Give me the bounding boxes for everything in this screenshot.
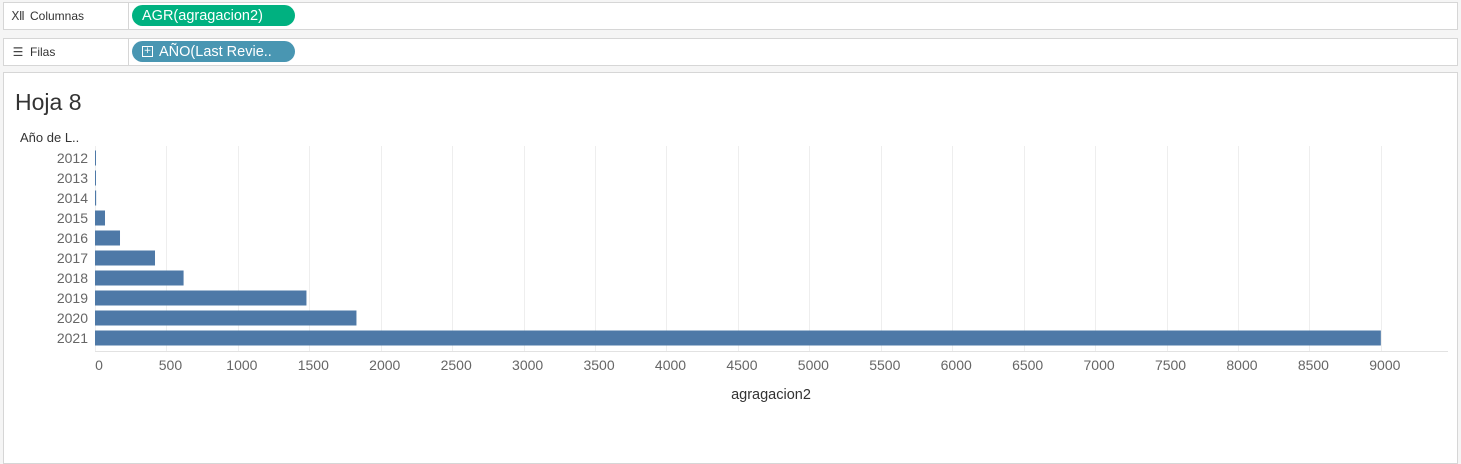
bar-chart: 2012 2013 2014 2015 2016 2017 2018 2019 2020 2021… <box>57 146 1448 403</box>
bar[interactable] <box>95 210 106 226</box>
rows-pill-text: AÑO(Last Revie.. <box>159 43 272 60</box>
category-label: 2017 <box>57 250 88 266</box>
rows-shelf: ☰ Filas + AÑO(Last Revie.. <box>3 38 1458 66</box>
x-tick-label: 6000 <box>941 357 972 373</box>
x-tick-label: 3000 <box>512 357 543 373</box>
bar[interactable] <box>95 230 121 246</box>
bar[interactable] <box>95 250 156 266</box>
x-tick-label: 2500 <box>441 357 472 373</box>
category-label: 2021 <box>57 330 88 346</box>
rows-icon: ☰ <box>12 45 24 59</box>
x-tick-label: 7000 <box>1084 357 1115 373</box>
x-tick-label: 0 <box>95 357 103 373</box>
columns-shelf: Ⅻ Columnas AGR(agragacion2) <box>3 2 1458 30</box>
x-axis-title: agragacion2 <box>731 387 811 403</box>
bar[interactable] <box>95 330 1381 346</box>
columns-pill-text: AGR(agragacion2) <box>142 7 263 24</box>
x-tick-label: 1500 <box>298 357 329 373</box>
x-tick-label: 9000 <box>1369 357 1400 373</box>
category-label: 2016 <box>57 230 88 246</box>
rows-label-text: Filas <box>30 45 56 59</box>
bar[interactable] <box>95 310 357 326</box>
category-label: 2019 <box>57 290 88 306</box>
x-tick-label: 8500 <box>1298 357 1329 373</box>
x-tick-label: 1000 <box>226 357 257 373</box>
x-tick-label: 6500 <box>1012 357 1043 373</box>
rows-shelf-label: ☰ Filas <box>4 39 129 65</box>
columns-label-text: Columnas <box>30 9 85 23</box>
category-label: 2015 <box>57 210 88 226</box>
bar[interactable] <box>95 170 96 186</box>
expand-icon[interactable]: + <box>142 46 153 57</box>
x-tick-label: 3500 <box>583 357 614 373</box>
category-label: 2013 <box>57 170 88 186</box>
columns-shelf-label: Ⅻ Columnas <box>4 3 129 29</box>
x-tick-label: 500 <box>159 357 183 373</box>
bar[interactable] <box>95 290 307 306</box>
x-tick-label: 2000 <box>369 357 400 373</box>
category-label: 2014 <box>57 190 88 206</box>
worksheet: Hoja 8 Año de L.. 2012 2013 2014 2015 2016 20… <box>3 72 1458 464</box>
bar[interactable] <box>95 270 184 286</box>
x-tick-label: 7500 <box>1155 357 1186 373</box>
x-tick-label: 8000 <box>1226 357 1257 373</box>
columns-icon: Ⅻ <box>11 9 25 23</box>
bar[interactable] <box>95 150 96 166</box>
category-label: 2020 <box>57 310 88 326</box>
category-label: 2012 <box>57 150 88 166</box>
x-tick-label: 4000 <box>655 357 686 373</box>
columns-pill[interactable]: AGR(agragacion2) <box>132 5 295 26</box>
x-tick-label: 5000 <box>798 357 829 373</box>
x-tick-label: 5500 <box>869 357 900 373</box>
rows-pill[interactable]: + AÑO(Last Revie.. <box>132 41 295 62</box>
bar[interactable] <box>95 190 97 206</box>
category-label: 2018 <box>57 270 88 286</box>
x-tick-label: 4500 <box>726 357 757 373</box>
